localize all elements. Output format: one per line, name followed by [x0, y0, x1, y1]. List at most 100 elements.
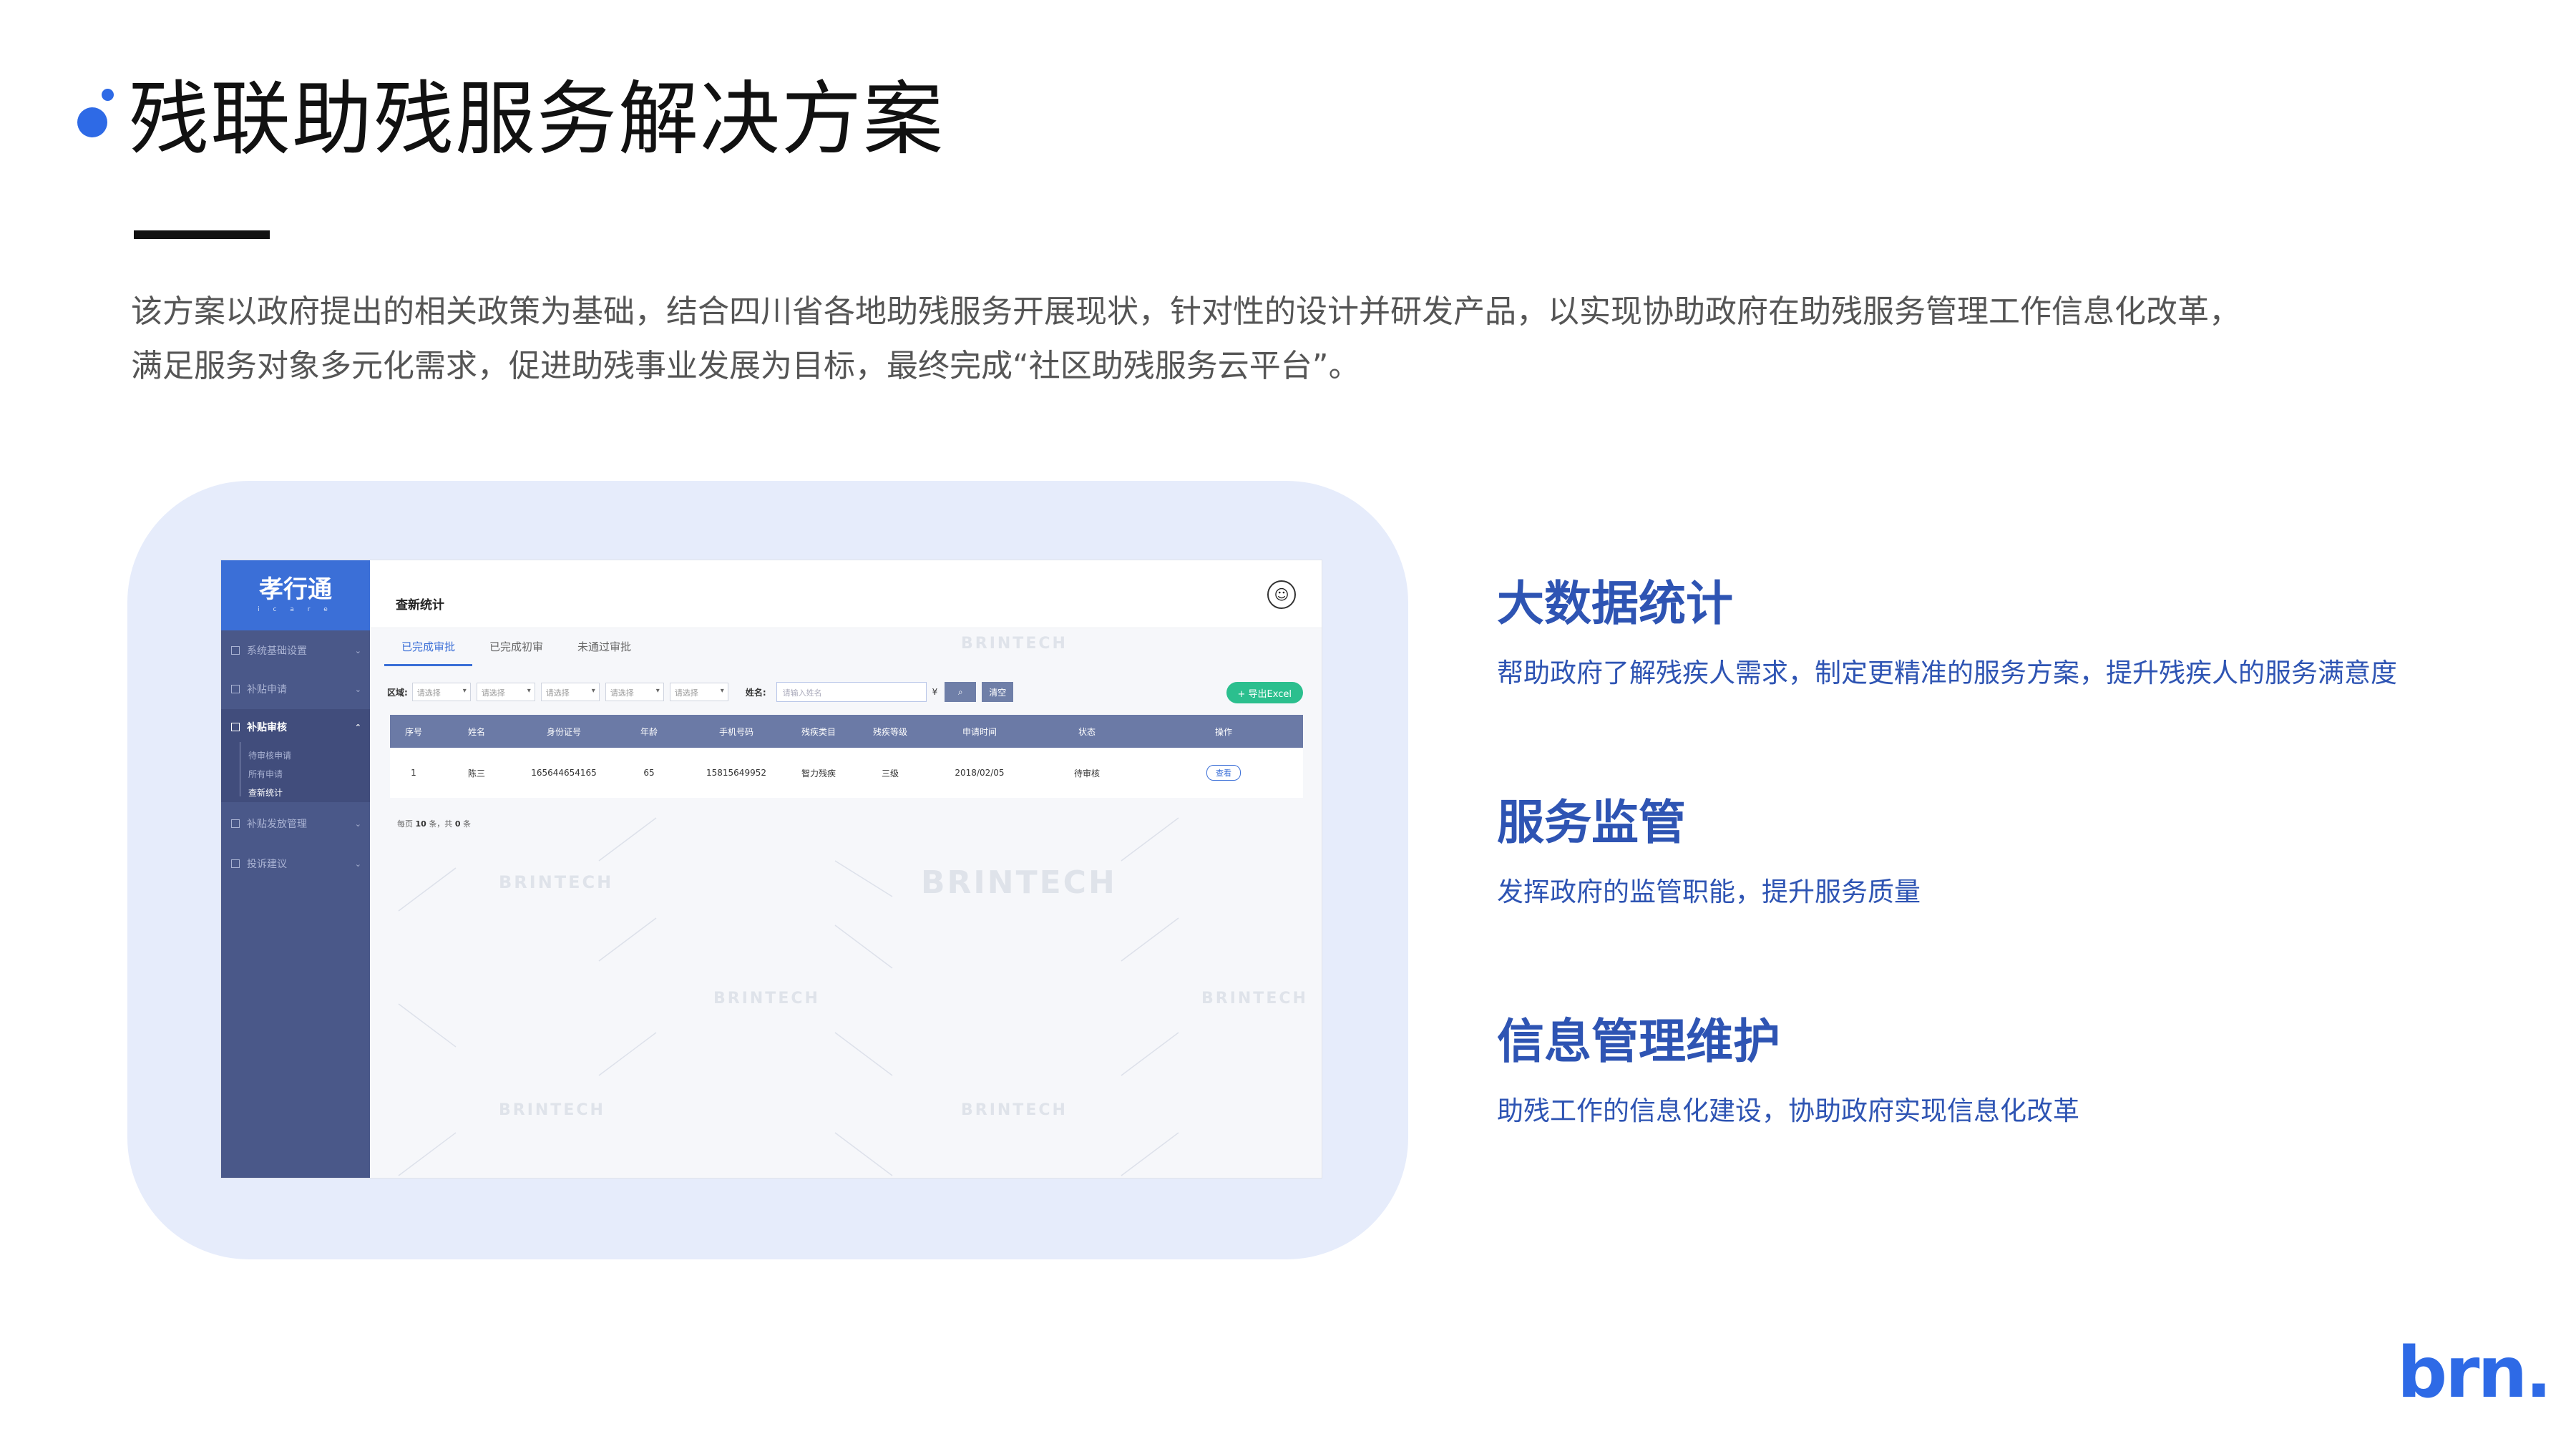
table-cell: 65	[643, 768, 655, 778]
sidebar-item-subsidy-apply[interactable]: 补贴申请 ⌄	[221, 669, 370, 709]
user-avatar-icon[interactable]: ☺	[1267, 580, 1296, 609]
app-logo[interactable]: 孝行通 i c a r e	[221, 560, 370, 630]
sidebar-item-subsidy-payment[interactable]: 补贴发放管理 ⌄	[221, 804, 370, 844]
currency-icon: ¥	[932, 687, 938, 697]
table-cell: 165644654165	[531, 768, 597, 778]
watermark: BRINTECH	[961, 635, 1068, 653]
slide-title: 残联助残服务解决方案	[129, 73, 945, 166]
column-header: 序号	[404, 726, 422, 737]
app-main: BRINTECH BRINTECH BRINTECH BRINTECH BRIN…	[370, 560, 1322, 1178]
table-cell-action: 查看	[1144, 765, 1303, 781]
sidebar-item-system-settings[interactable]: 系统基础设置 ⌄	[221, 630, 370, 670]
sidebar-item-subsidy-review[interactable]: 补贴审核 ⌃	[221, 709, 370, 745]
table-row: 1 陈三 165644654165 65 15815649952 智力残疾 三级…	[390, 748, 1303, 798]
table-cell: 1	[411, 768, 416, 778]
sidebar-group-subsidy-review: 补贴审核 ⌃ 待审核申请 所有申请 查新统计	[221, 709, 370, 802]
title-underline	[134, 230, 270, 239]
title-dot-icon	[77, 107, 107, 137]
chevron-down-icon: ⌄	[354, 684, 361, 694]
table-header: 序号 姓名 身份证号 年龄 手机号码 残疾类目 残疾等级 申请时间 状态 操作	[390, 715, 1303, 748]
menu-icon	[231, 685, 240, 693]
name-search-input[interactable]: 请输入姓名	[776, 682, 927, 702]
sidebar-item-label: 补贴发放管理	[247, 819, 307, 830]
menu-icon	[231, 646, 240, 655]
pagination-info: 每页 10 条，共 0 条	[397, 818, 471, 829]
chevron-down-icon: ⌄	[354, 819, 361, 829]
tab-rejected[interactable]: 未通过审批	[560, 630, 648, 666]
region-select-2[interactable]: 请选择	[476, 683, 535, 701]
table-cell: 陈三	[467, 768, 485, 779]
feature-desc-big-data: 帮助政府了解残疾人需求，制定更精准的服务方案，提升残疾人的服务满意度	[1497, 658, 2397, 688]
clear-button[interactable]: 清空	[982, 682, 1014, 702]
chevron-down-icon: ⌄	[354, 859, 361, 869]
app-logo-subtext: i c a r e	[258, 606, 333, 613]
region-select-5[interactable]: 请选择	[669, 683, 728, 701]
column-header: 残疾等级	[872, 726, 907, 737]
export-excel-button[interactable]: + 导出Excel	[1226, 682, 1303, 703]
column-header: 状态	[1078, 726, 1096, 737]
table-cell: 待审核	[1073, 768, 1100, 779]
brand-logo: brn.	[2397, 1332, 2552, 1414]
page-title: 查新统计	[396, 598, 444, 613]
watermark: BRINTECH	[921, 864, 1117, 901]
column-header: 手机号码	[718, 726, 753, 737]
region-select-4[interactable]: 请选择	[605, 683, 664, 701]
tab-first-review[interactable]: 已完成初审	[472, 630, 560, 666]
table-cell: 三级	[881, 768, 899, 779]
column-header: 年龄	[640, 726, 658, 737]
feature-title-supervision: 服务监管	[1497, 795, 1686, 850]
watermark: BRINTECH	[499, 1101, 605, 1119]
name-label: 姓名:	[745, 687, 766, 698]
intro-line-2: 满足服务对象多元化需求，促进助残事业发展为目标，最终完成“社区助残服务云平台”。	[131, 348, 1360, 384]
feature-desc-info-management: 助残工作的信息化建设，协助政府实现信息化改革	[1497, 1096, 2079, 1126]
watermark: BRINTECH	[1201, 990, 1308, 1008]
table-cell: 智力残疾	[801, 768, 836, 779]
filter-bar: 区域: 请选择 请选择 请选择 请选择 请选择 姓名: 请输入姓名 ¥ ⌕ 清空	[387, 680, 1019, 703]
feature-title-big-data: 大数据统计	[1497, 576, 1733, 631]
search-button[interactable]: ⌕	[945, 682, 977, 702]
app-logo-text: 孝行通	[259, 575, 332, 604]
pager-mid: 条，共	[429, 819, 453, 829]
app-header: 查新统计 ☺	[370, 560, 1322, 628]
intro-text: 该方案以政府提出的相关政策为基础，结合四川省各地助残服务开展现状，针对性的设计并…	[131, 285, 2349, 394]
menu-icon	[231, 723, 240, 731]
pager-suffix: 条	[462, 819, 471, 829]
table-cell: 2018/02/05	[955, 768, 1005, 778]
menu-icon	[231, 859, 240, 868]
intro-line-1: 该方案以政府提出的相关政策为基础，结合四川省各地助残服务开展现状，针对性的设计并…	[131, 293, 2240, 330]
column-header: 申请时间	[962, 726, 997, 737]
chevron-down-icon: ⌄	[354, 645, 361, 655]
sidebar-item-complaints[interactable]: 投诉建议 ⌄	[221, 844, 370, 884]
region-label: 区域:	[387, 687, 408, 698]
chevron-up-icon: ⌃	[354, 722, 361, 732]
column-header: 身份证号	[546, 726, 581, 737]
pager-total: 0	[454, 819, 461, 829]
watermark: BRINTECH	[499, 872, 614, 892]
sidebar-item-label: 投诉建议	[247, 859, 287, 870]
watermark: BRINTECH	[713, 990, 820, 1008]
watermark: BRINTECH	[961, 1101, 1068, 1119]
region-select-3[interactable]: 请选择	[540, 683, 600, 701]
column-header: 姓名	[467, 726, 485, 737]
tab-completed[interactable]: 已完成审批	[384, 630, 473, 666]
sidebar-subitem-pending[interactable]: 待审核申请	[248, 749, 291, 761]
menu-icon	[231, 819, 240, 828]
app-sidebar: 孝行通 i c a r e 系统基础设置 ⌄ 补贴申请 ⌄ 补贴审核 ⌃ 待审核…	[221, 560, 370, 1178]
feature-title-info-management: 信息管理维护	[1497, 1014, 1780, 1069]
column-header: 残疾类目	[801, 726, 836, 737]
pager-per-page: 10	[415, 819, 426, 829]
table-cell: 15815649952	[706, 768, 766, 778]
search-icon: ⌕	[957, 686, 963, 697]
sidebar-item-label: 补贴申请	[247, 684, 287, 696]
sidebar-subitem-all[interactable]: 所有申请	[248, 768, 283, 780]
sidebar-item-label: 补贴审核	[247, 722, 287, 733]
view-button[interactable]: 查看	[1206, 765, 1241, 781]
column-header: 操作	[1214, 726, 1232, 737]
pager-prefix: 每页	[397, 819, 413, 829]
tab-bar: 已完成审批 已完成初审 未通过审批	[384, 630, 648, 666]
title-dot-small-icon	[102, 89, 114, 101]
region-select-1[interactable]: 请选择	[411, 683, 471, 701]
sidebar-item-label: 系统基础设置	[247, 645, 307, 657]
app-screenshot: 孝行通 i c a r e 系统基础设置 ⌄ 补贴申请 ⌄ 补贴审核 ⌃ 待审核…	[220, 560, 1322, 1179]
sidebar-subitem-stats[interactable]: 查新统计	[248, 786, 283, 799]
